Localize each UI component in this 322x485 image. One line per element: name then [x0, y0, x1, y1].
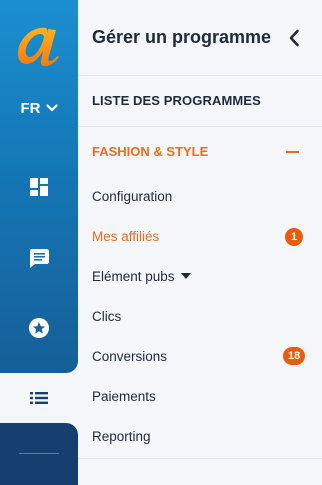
- panel-header: Gérer un programme: [78, 0, 322, 76]
- dashboard-nav-button[interactable]: [22, 170, 56, 204]
- divider: [78, 458, 322, 459]
- collapse-program-button[interactable]: [284, 145, 300, 159]
- menu-item-reporting[interactable]: Reporting: [92, 426, 151, 446]
- programs-nav-icon-wrap: [22, 381, 56, 415]
- menu-item-conversions[interactable]: Conversions: [92, 346, 167, 366]
- menu-item-ad-elements[interactable]: Elément pubs: [92, 266, 191, 286]
- program-name[interactable]: FASHION & STYLE: [92, 144, 208, 159]
- chevron-left-icon: [289, 29, 299, 47]
- all-programs-link[interactable]: LISTE DES PROGRAMMES: [92, 93, 261, 108]
- menu-item-label: Configuration: [92, 188, 173, 204]
- chevron-down-icon: [45, 104, 58, 112]
- menu-item-label: Elément pubs: [92, 268, 175, 284]
- rail-divider: [19, 453, 59, 454]
- collapse-panel-button[interactable]: [282, 26, 306, 50]
- minus-icon: [285, 151, 299, 153]
- conversions-count-badge: 18: [283, 347, 306, 365]
- menu-item-label: Conversions: [92, 348, 168, 364]
- rail-bottom-section: [0, 423, 78, 485]
- menu-item-label: Mes affiliés: [92, 228, 160, 244]
- language-label: FR: [20, 99, 41, 117]
- menu-item-payments[interactable]: Paiements: [92, 386, 156, 406]
- menu-item-affiliates[interactable]: Mes affiliés: [92, 226, 159, 246]
- list-icon: [30, 392, 48, 404]
- menu-item-clicks[interactable]: Clics: [92, 306, 121, 326]
- chat-bubble-icon: [30, 249, 49, 268]
- program-panel: Gérer un programme LISTE DES PROGRAMMES …: [78, 0, 322, 485]
- rail-top-section: FR: [0, 0, 78, 373]
- divider: [78, 126, 322, 127]
- page-title: Gérer un programme: [92, 27, 272, 47]
- star-badge-icon: [29, 318, 49, 338]
- language-selector[interactable]: FR: [0, 97, 78, 119]
- favorites-nav-button[interactable]: [22, 311, 56, 345]
- programs-nav-button[interactable]: [0, 373, 78, 423]
- left-rail: FR: [0, 0, 78, 485]
- menu-item-label: Clics: [92, 308, 122, 324]
- menu-item-label: Paiements: [92, 388, 156, 404]
- a-letter-logo[interactable]: [13, 22, 63, 70]
- caret-down-icon: [180, 273, 191, 279]
- menu-item-label: Reporting: [92, 428, 151, 444]
- dashboard-icon: [30, 178, 48, 196]
- menu-item-configuration[interactable]: Configuration: [92, 186, 172, 206]
- affiliates-count-badge: 1: [285, 228, 303, 246]
- messages-nav-button[interactable]: [22, 241, 56, 275]
